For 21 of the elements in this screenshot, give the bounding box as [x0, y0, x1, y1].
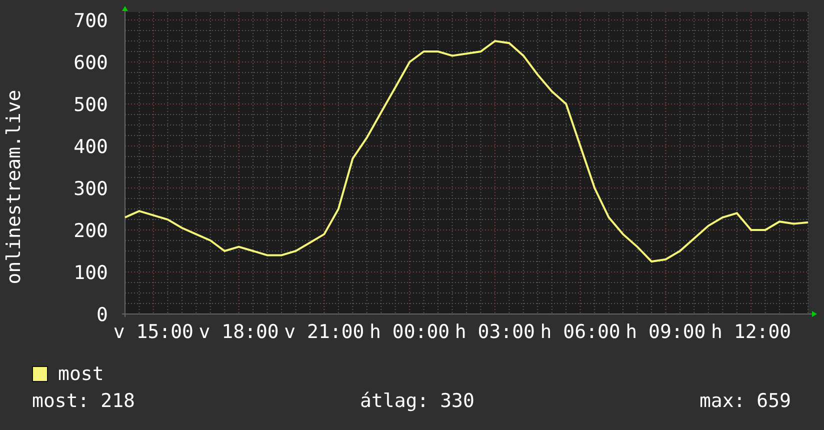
x-tick-label: v 21:00: [284, 321, 364, 343]
y-tick-label: 300: [74, 178, 108, 200]
y-tick-label: 700: [74, 10, 108, 32]
x-tick-label: v 18:00: [198, 321, 279, 343]
x-tick-label: h 06:00: [540, 321, 620, 343]
legend-label: most: [58, 363, 104, 385]
stat-text: most: 218: [32, 389, 135, 413]
x-tick-label: v 15:00: [113, 321, 194, 343]
y-tick-label: 0: [96, 304, 108, 326]
y-tick-label: 600: [74, 52, 108, 74]
x-tick-label: h 12:00: [711, 321, 792, 343]
x-tick-label: h 03:00: [454, 321, 535, 343]
y-tick-label: 200: [74, 220, 108, 242]
x-tick-label: h 09:00: [626, 321, 706, 343]
stat-text: max: 659: [699, 389, 791, 413]
y-tick-label: 100: [74, 262, 108, 284]
stat-text: átlag: 330: [360, 389, 474, 413]
y-tick-label: 400: [74, 136, 108, 158]
x-tick-label: h 00:00: [370, 321, 450, 343]
y-axis-title: onlinestream.live: [3, 90, 25, 284]
y-tick-label: 500: [74, 94, 108, 116]
